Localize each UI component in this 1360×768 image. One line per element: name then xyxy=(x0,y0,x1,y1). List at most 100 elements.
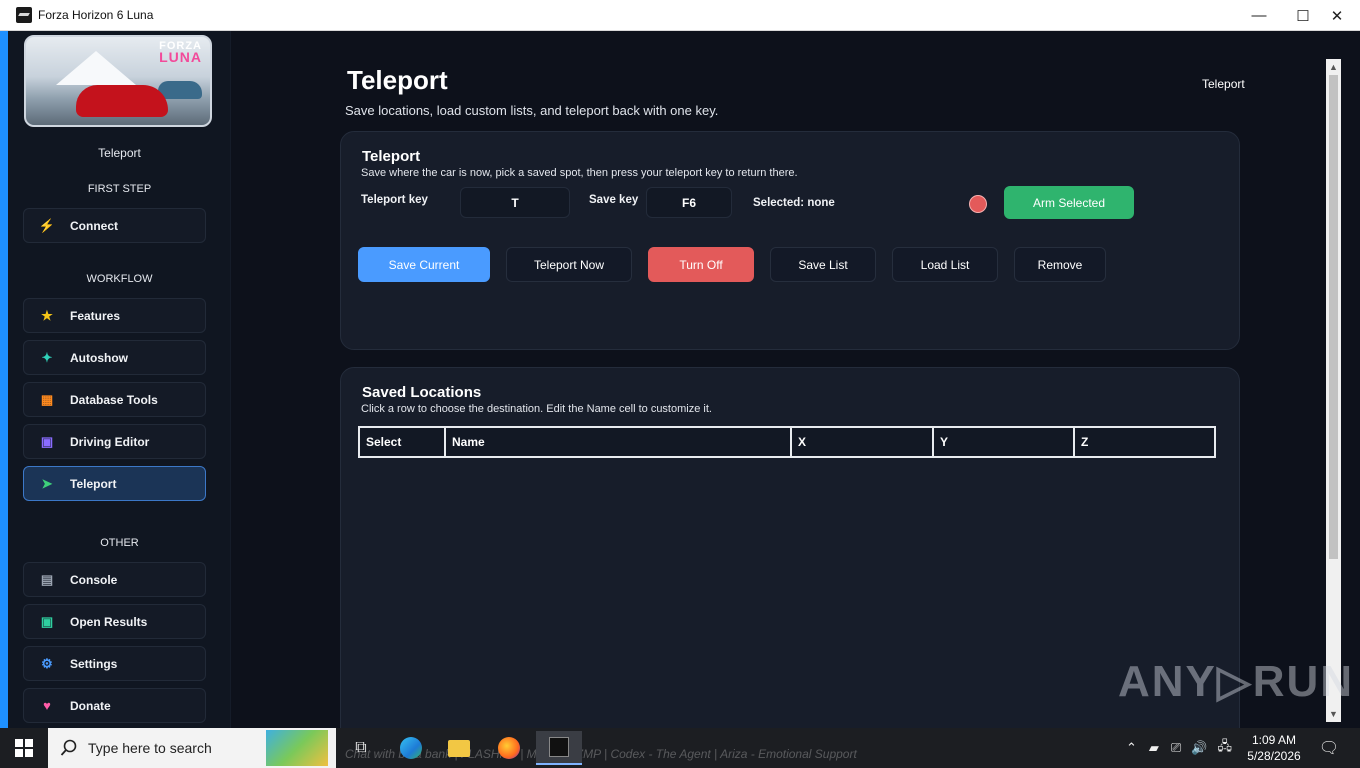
search-highlight-image xyxy=(266,730,328,766)
window-title: Forza Horizon 6 Luna xyxy=(38,8,154,22)
column-z[interactable]: Z xyxy=(1075,428,1214,456)
column-y[interactable]: Y xyxy=(934,428,1075,456)
scrollbar-thumb[interactable] xyxy=(1329,75,1338,559)
sidebar-item-label: Donate xyxy=(70,698,111,713)
task-view-icon[interactable]: ⧉ xyxy=(346,734,376,762)
edge-browser-icon[interactable] xyxy=(396,734,426,762)
teleport-card-title: Teleport xyxy=(362,148,421,165)
minimize-button[interactable]: — xyxy=(1236,0,1282,31)
database-icon: ▦ xyxy=(40,391,54,407)
arm-selected-button[interactable]: Arm Selected xyxy=(1004,186,1134,219)
network-icon[interactable]: 🖧 xyxy=(1218,737,1233,759)
gear-icon: ⚙ xyxy=(41,655,53,671)
sidebar-item-console[interactable]: ▤ Console xyxy=(23,562,206,597)
banner-logo-text: FORZA LUNA xyxy=(159,41,202,65)
car-graphic xyxy=(76,85,168,117)
console-icon: ▤ xyxy=(40,571,54,587)
star-icon: ★ xyxy=(41,307,53,323)
section-workflow: WORKFLOW xyxy=(86,273,153,285)
banner-luna-text: LUNA xyxy=(159,49,202,65)
teleport-card-description: Save where the car is now, pick a saved … xyxy=(361,167,798,179)
sidebar-item-autoshow[interactable]: ✦ Autoshow xyxy=(23,340,206,375)
clock-time: 1:09 AM xyxy=(1251,733,1297,747)
current-page-label: Teleport xyxy=(98,146,141,160)
section-other: OTHER xyxy=(100,537,139,549)
meet-now-icon[interactable]: ⎚ xyxy=(1171,740,1181,756)
system-tray: ⌃ ▰ ⎚ 🔊 🖧 xyxy=(1126,728,1232,768)
sidebar-item-donate[interactable]: ♥ Donate xyxy=(23,688,206,723)
selected-status: Selected: none xyxy=(753,197,835,209)
taskbar-search-box[interactable]: Type here to search xyxy=(48,728,336,768)
taskbar-clock[interactable]: 1:09 AM 5/28/2026 xyxy=(1242,732,1306,764)
scroll-down-icon[interactable]: ▼ xyxy=(1326,707,1341,721)
sidebar-item-driving-editor[interactable]: ▣ Driving Editor xyxy=(23,424,206,459)
sidebar-item-connect[interactable]: ⚡ Connect xyxy=(23,208,206,243)
sidebar-item-database-tools[interactable]: ▦ Database Tools xyxy=(23,382,206,417)
volume-icon[interactable]: 🔊 xyxy=(1191,740,1207,756)
main-content: Teleport Save locations, load custom lis… xyxy=(232,31,1326,747)
saved-locations-title: Saved Locations xyxy=(362,384,482,401)
save-list-button[interactable]: Save List xyxy=(770,247,876,282)
firefox-icon[interactable] xyxy=(494,734,524,762)
save-current-button[interactable]: Save Current xyxy=(358,247,490,282)
remove-button[interactable]: Remove xyxy=(1014,247,1106,282)
start-button[interactable] xyxy=(0,728,48,768)
page-title: Teleport xyxy=(347,65,448,95)
sidebar-item-settings[interactable]: ⚙ Settings xyxy=(23,646,206,681)
window-edge-accent xyxy=(0,31,8,728)
mountain-graphic xyxy=(56,51,136,85)
sidebar-item-label: Autoshow xyxy=(70,350,128,365)
vertical-scrollbar[interactable]: ▲ ▼ xyxy=(1326,59,1341,722)
saved-locations-card: Saved Locations Click a row to choose th… xyxy=(340,367,1240,747)
floppy-disk-icon: ▣ xyxy=(40,433,54,449)
title-bar: Forza Horizon 6 Luna — ☐ ✕ xyxy=(0,0,1360,31)
sidebar-item-open-results[interactable]: ▣ Open Results xyxy=(23,604,206,639)
windows-taskbar: Type here to search Chat with be a bank … xyxy=(0,728,1360,768)
chevron-up-icon[interactable]: ⌃ xyxy=(1126,740,1137,756)
sidebar-item-teleport[interactable]: ➤ Teleport xyxy=(23,466,206,501)
search-icon xyxy=(60,739,77,756)
tray-app-icon[interactable]: ▰ xyxy=(1149,740,1159,756)
app-logo-icon xyxy=(16,7,32,23)
teleport-key-label: Teleport key xyxy=(361,194,428,206)
teleport-key-field[interactable]: T xyxy=(460,187,570,218)
car-graphic-secondary xyxy=(158,81,202,99)
breadcrumb: Teleport xyxy=(1202,77,1245,91)
teleport-now-button[interactable]: Teleport Now xyxy=(506,247,632,282)
sparkle-icon: ✦ xyxy=(41,349,53,365)
section-first-step: FIRST STEP xyxy=(87,183,152,195)
column-x[interactable]: X xyxy=(792,428,934,456)
file-explorer-icon[interactable] xyxy=(444,734,474,762)
notifications-icon[interactable]: 🗨 xyxy=(1314,734,1344,762)
sidebar-item-label: Connect xyxy=(70,218,118,233)
lightning-icon: ⚡ xyxy=(38,217,56,233)
column-name[interactable]: Name xyxy=(446,428,792,456)
forza-luna-taskbar-icon[interactable] xyxy=(536,731,582,765)
load-list-button[interactable]: Load List xyxy=(892,247,998,282)
sidebar-item-features[interactable]: ★ Features xyxy=(23,298,206,333)
sidebar-item-label: Open Results xyxy=(70,614,148,629)
sidebar-item-label: Database Tools xyxy=(70,392,158,407)
save-key-field[interactable]: F6 xyxy=(646,187,732,218)
turn-off-button[interactable]: Turn Off xyxy=(648,247,754,282)
sidebar: FORZA LUNA Teleport FIRST STEP ⚡ Connect… xyxy=(8,31,231,728)
scroll-up-icon[interactable]: ▲ xyxy=(1326,60,1341,74)
app-banner-image: FORZA LUNA xyxy=(24,35,212,127)
search-placeholder: Type here to search xyxy=(88,740,212,756)
close-button[interactable]: ✕ xyxy=(1314,0,1360,31)
app-window: Forza Horizon 6 Luna — ☐ ✕ FORZA LUNA Te… xyxy=(0,0,1360,747)
save-key-label: Save key xyxy=(589,194,639,206)
sidebar-item-label: Features xyxy=(70,308,121,323)
status-indicator-dot xyxy=(969,195,987,213)
saved-locations-description: Click a row to choose the destination. E… xyxy=(361,403,712,415)
arrow-send-icon: ➤ xyxy=(41,475,53,491)
page-subtitle: Save locations, load custom lists, and t… xyxy=(345,103,719,118)
sidebar-item-label: Driving Editor xyxy=(70,434,150,449)
sidebar-item-label: Settings xyxy=(70,656,118,671)
column-select[interactable]: Select xyxy=(360,428,446,456)
sidebar-item-label: Console xyxy=(70,572,118,587)
saved-locations-table-header: Select Name X Y Z xyxy=(358,426,1216,458)
anyrun-watermark: ANY▷RUN xyxy=(1118,657,1355,706)
windows-logo-icon xyxy=(15,739,33,757)
clock-date: 5/28/2026 xyxy=(1247,749,1301,763)
